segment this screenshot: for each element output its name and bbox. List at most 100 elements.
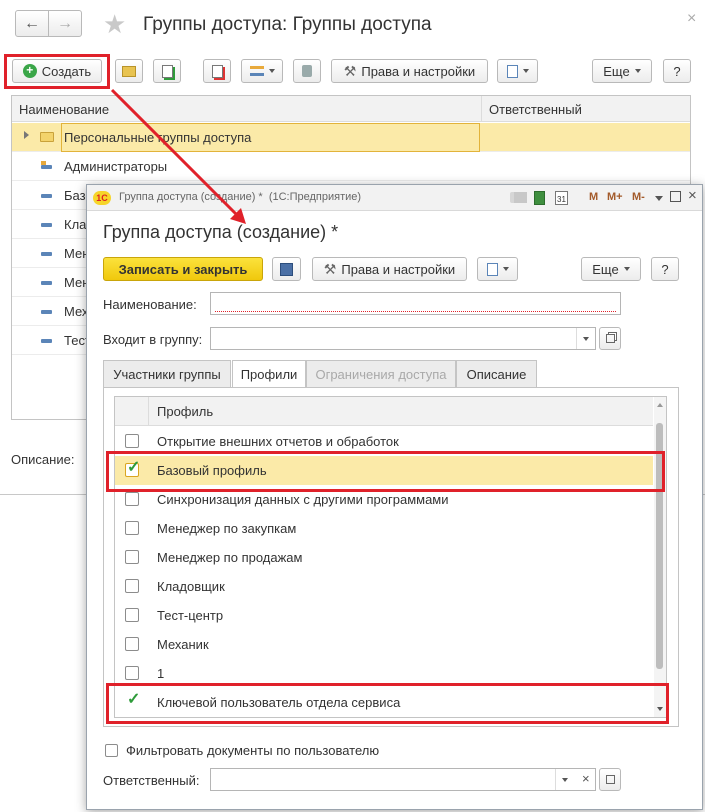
- scroll-up-icon[interactable]: [657, 403, 663, 407]
- dialog-help-label: ?: [661, 261, 669, 277]
- name-input[interactable]: [210, 292, 621, 315]
- chevron-down-icon: [623, 267, 630, 271]
- profile-checkbox[interactable]: [125, 666, 139, 680]
- profiles-table: Профиль Открытие внешних отчетов и обраб…: [114, 396, 667, 718]
- forward-button[interactable]: →: [48, 10, 82, 37]
- help-button[interactable]: ?: [663, 59, 691, 83]
- report-menu-button[interactable]: [497, 59, 538, 83]
- profile-row[interactable]: Открытие внешних отчетов и обработок: [115, 427, 653, 456]
- clear-icon[interactable]: ×: [582, 771, 590, 786]
- tab-profiles[interactable]: Профили: [232, 360, 306, 388]
- hierarchy-menu-button[interactable]: [241, 59, 283, 83]
- help-button-label: ?: [673, 63, 681, 79]
- profile-checkbox[interactable]: [125, 637, 139, 651]
- close-icon[interactable]: ×: [687, 10, 696, 28]
- filter-checkbox[interactable]: [105, 744, 118, 757]
- profiles-table-header: Профиль: [115, 397, 653, 426]
- memory-plus-button[interactable]: M+: [607, 191, 623, 203]
- dialog-window-title: Группа доступа (создание) * (1С:Предприя…: [119, 191, 362, 203]
- profile-row[interactable]: Механик: [115, 630, 653, 659]
- save-and-close-button[interactable]: Записать и закрыть: [103, 257, 263, 281]
- dialog-close-icon[interactable]: ×: [688, 187, 697, 204]
- open-form-icon: [605, 775, 615, 784]
- rights-settings-button[interactable]: ⚒ Права и настройки: [331, 59, 488, 83]
- create-button[interactable]: + Создать: [12, 59, 102, 83]
- responsible-input[interactable]: ×: [210, 768, 596, 791]
- profile-checkbox[interactable]: ✓: [125, 691, 141, 709]
- open-group-button[interactable]: [599, 327, 621, 350]
- profile-row[interactable]: Кладовщик: [115, 572, 653, 601]
- profile-row[interactable]: 1: [115, 659, 653, 688]
- profile-label: Открытие внешних отчетов и обработок: [157, 434, 399, 449]
- dialog-titlebar: 1С Группа доступа (создание) * (1С:Предп…: [87, 185, 702, 211]
- profile-checkbox[interactable]: [125, 579, 139, 593]
- copy-button[interactable]: [153, 59, 181, 83]
- create-folder-button[interactable]: [115, 59, 143, 83]
- required-underline: [215, 311, 616, 312]
- column-header-name[interactable]: Наименование: [19, 102, 109, 117]
- open-form-icon: [605, 334, 615, 343]
- profile-row[interactable]: ✓ Базовый профиль: [115, 456, 653, 485]
- tab-members[interactable]: Участники группы: [103, 360, 231, 387]
- column-header-profile[interactable]: Профиль: [157, 404, 213, 419]
- back-button[interactable]: ←: [15, 10, 49, 37]
- tools-icon: ⚒: [343, 62, 357, 79]
- calendar-icon[interactable]: 31: [555, 191, 568, 205]
- tab-description[interactable]: Описание: [456, 360, 537, 387]
- profile-label: 1: [157, 666, 165, 681]
- profiles-scrollbar[interactable]: [654, 397, 666, 717]
- parent-group-label: Входит в группу:: [103, 332, 203, 347]
- group-item-icon: [41, 223, 52, 227]
- save-small-icon[interactable]: [514, 192, 527, 203]
- profile-checkbox[interactable]: [125, 521, 139, 535]
- profile-row[interactable]: Синхронизация данных с другими программа…: [115, 485, 653, 514]
- favorite-star-icon[interactable]: ★: [103, 9, 126, 39]
- page-title: Группы доступа: Группы доступа: [143, 14, 432, 35]
- chevron-down-icon[interactable]: [583, 337, 589, 341]
- profile-row[interactable]: Тест-центр: [115, 601, 653, 630]
- open-responsible-button[interactable]: [599, 768, 621, 791]
- chevron-down-icon[interactable]: [562, 778, 568, 782]
- checkmark-icon: ✓: [127, 691, 141, 708]
- folder-icon: [40, 132, 54, 142]
- parent-group-input[interactable]: [210, 327, 596, 350]
- folder-add-icon: [122, 65, 136, 77]
- table-row[interactable]: Администраторы: [12, 152, 690, 181]
- hierarchy-icon: [249, 66, 264, 76]
- save-button[interactable]: [272, 257, 301, 281]
- profile-row[interactable]: Менеджер по закупкам: [115, 514, 653, 543]
- responsible-label: Ответственный:: [103, 773, 200, 788]
- chevron-down-icon: [268, 69, 275, 73]
- row-label: Персональные группы доступа: [64, 130, 252, 145]
- group-item-icon: [41, 165, 52, 169]
- delete-mark-button[interactable]: [203, 59, 231, 83]
- save-and-close-label: Записать и закрыть: [118, 261, 248, 277]
- profile-row[interactable]: ✓ Ключевой пользователь отдела сервиса: [115, 688, 653, 717]
- move-button[interactable]: [293, 59, 321, 83]
- profile-checkbox[interactable]: [125, 608, 139, 622]
- table-row[interactable]: Персональные группы доступа: [12, 123, 690, 152]
- profile-checkbox[interactable]: [125, 550, 139, 564]
- memory-button[interactable]: M: [589, 191, 598, 203]
- dialog-rights-settings-button[interactable]: ⚒ Права и настройки: [312, 257, 467, 281]
- profile-checkbox[interactable]: [125, 492, 139, 506]
- dialog-more-button[interactable]: Еще: [581, 257, 641, 281]
- scroll-down-icon[interactable]: [657, 707, 663, 711]
- delete-mark-icon: [211, 64, 223, 78]
- dialog-report-menu-button[interactable]: [477, 257, 518, 281]
- dialog-menu-icon[interactable]: [655, 196, 663, 201]
- memory-minus-button[interactable]: M-: [632, 191, 645, 203]
- tab-access-restrictions[interactable]: Ограничения доступа: [306, 360, 456, 387]
- profile-row[interactable]: Менеджер по продажам: [115, 543, 653, 572]
- row-label: Мех: [64, 304, 89, 319]
- dialog-more-label: Еще: [592, 261, 619, 277]
- profile-checkbox[interactable]: ✓: [125, 460, 140, 477]
- expand-arrow-icon[interactable]: [24, 131, 29, 139]
- scroll-thumb[interactable]: [656, 423, 663, 669]
- dialog-help-button[interactable]: ?: [651, 257, 679, 281]
- more-button[interactable]: Еще: [592, 59, 652, 83]
- profile-checkbox[interactable]: [125, 434, 139, 448]
- maximize-icon[interactable]: [670, 191, 681, 202]
- calculator-icon[interactable]: [534, 191, 545, 205]
- column-header-responsible[interactable]: Ответственный: [489, 102, 582, 117]
